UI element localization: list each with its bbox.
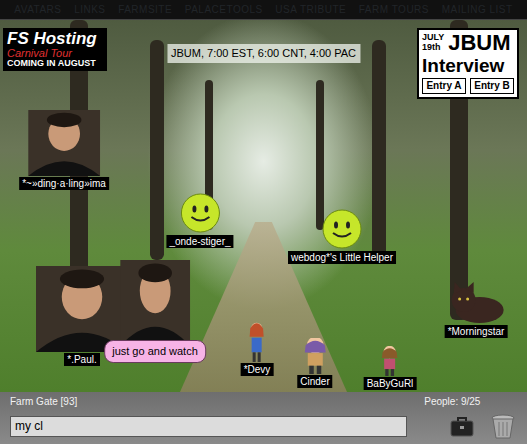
status-panel: Farm Gate [93] People: 9/25 bbox=[0, 392, 527, 444]
cat-icon bbox=[446, 282, 506, 324]
logo-tagline: COMING IN AUGUST bbox=[7, 59, 103, 68]
top-nav: AVATARS LINKS FARMSITE PALACETOOLS USA TRIBU… bbox=[0, 0, 527, 20]
status-row: Farm Gate [93] People: 9/25 bbox=[10, 395, 519, 409]
input-row bbox=[10, 413, 519, 439]
avatar[interactable]: _onde-stiger_ bbox=[166, 192, 233, 248]
trash-icon[interactable] bbox=[491, 413, 515, 439]
hosting-logo[interactable]: FS HostingCarnival TourCOMING IN AUGUST bbox=[3, 28, 107, 71]
briefcase-icon[interactable] bbox=[449, 413, 475, 437]
speech-bubble: just go and watch bbox=[104, 340, 206, 363]
nav-link-item[interactable]: USA TRIBUTE bbox=[275, 2, 346, 17]
date-month: JULY bbox=[422, 33, 444, 43]
sprite-avatar-icon bbox=[379, 346, 401, 376]
schedule-text: JBUM, 7:00 EST, 6:00 CNT, 4:00 PAC bbox=[167, 44, 360, 63]
nav-link-item[interactable]: LINKS bbox=[74, 2, 105, 17]
avatar[interactable]: *Devy bbox=[241, 320, 274, 376]
avatar-name: *~»ding·a·ling»ima bbox=[19, 177, 109, 190]
nav-link-item[interactable]: MAILING LIST bbox=[442, 2, 513, 17]
smiley-icon bbox=[321, 208, 363, 250]
avatar[interactable]: BaByGuRl bbox=[364, 346, 417, 390]
nav-link-item[interactable]: AVATARS bbox=[14, 2, 61, 17]
interview-title: JBUM bbox=[448, 32, 510, 54]
sprite-avatar-icon bbox=[247, 320, 267, 362]
sprite-avatar-icon bbox=[300, 338, 330, 374]
nav-link-item[interactable]: PALACETOOLS bbox=[185, 2, 263, 17]
smiley-icon bbox=[179, 192, 221, 234]
interview-subtitle: Interview bbox=[422, 56, 514, 75]
entry-buttons: Entry AEntry B bbox=[422, 78, 514, 94]
tree-trunk bbox=[150, 40, 164, 260]
avatar-name: BaByGuRl bbox=[364, 377, 417, 390]
person-photo-icon bbox=[120, 260, 190, 346]
nav-link-item[interactable]: FARM TOURS bbox=[359, 2, 429, 17]
interview-sign: JULY19thJBUMInterviewEntry AEntry B bbox=[417, 28, 519, 99]
nav-link-item[interactable]: FARMSITE bbox=[118, 2, 172, 17]
avatar-name: _onde-stiger_ bbox=[166, 235, 233, 248]
tree-trunk bbox=[372, 40, 386, 260]
avatar-name: *Devy bbox=[241, 363, 274, 376]
person-photo-icon bbox=[28, 110, 100, 176]
room-name: Farm Gate [93] bbox=[10, 395, 77, 409]
interview-date: JULY19th bbox=[422, 33, 444, 53]
room-canvas: FS HostingCarnival TourCOMING IN AUGUST J… bbox=[0, 20, 527, 392]
avatar[interactable]: webdog*'s Little Helper bbox=[288, 208, 396, 264]
avatar[interactable]: just go and watch bbox=[104, 260, 206, 363]
people-count: People: 9/25 bbox=[424, 395, 480, 409]
avatar-name: *Morningstar bbox=[445, 325, 508, 338]
avatar[interactable]: Cinder bbox=[297, 338, 332, 388]
avatar-name: *.Paul. bbox=[64, 353, 99, 366]
chat-input[interactable] bbox=[10, 416, 407, 437]
entry-button[interactable]: Entry B bbox=[470, 78, 514, 94]
avatar-name: webdog*'s Little Helper bbox=[288, 251, 396, 264]
logo-subtitle: Carnival Tour bbox=[7, 48, 103, 60]
entry-button[interactable]: Entry A bbox=[422, 78, 466, 94]
tree-trunk bbox=[316, 80, 324, 230]
interview-header: JULY19thJBUM bbox=[422, 32, 514, 54]
avatar[interactable]: *Morningstar bbox=[445, 282, 508, 338]
toolbar-icons bbox=[449, 413, 515, 439]
logo-title: FS Hosting bbox=[7, 30, 103, 48]
avatar-name: Cinder bbox=[297, 375, 332, 388]
avatar[interactable]: *~»ding·a·ling»ima bbox=[19, 110, 109, 190]
date-day: 19th bbox=[422, 43, 444, 53]
